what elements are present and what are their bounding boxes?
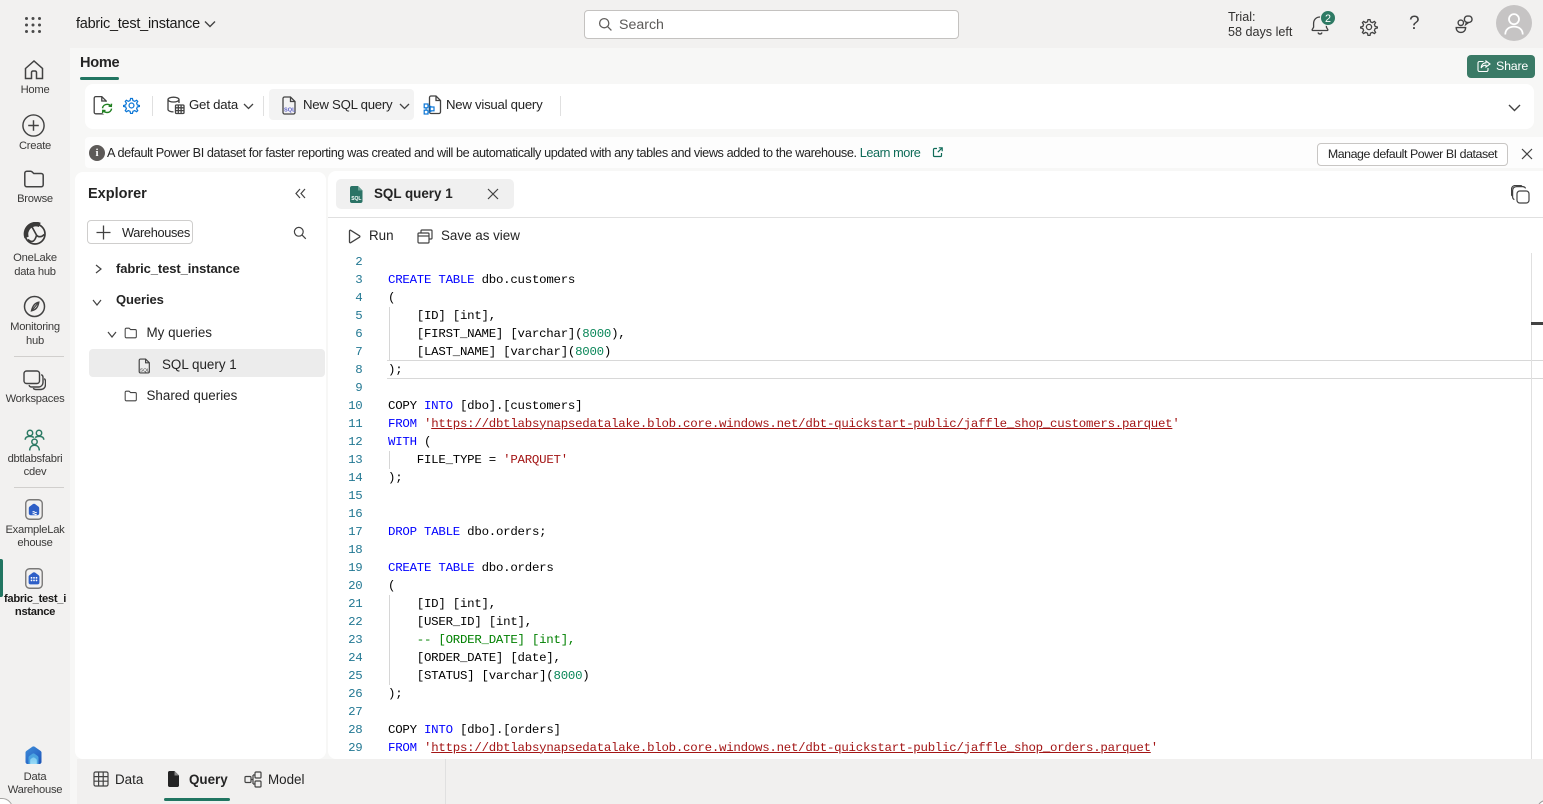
svg-text:SQL: SQL (284, 108, 296, 114)
svg-text:SQL: SQL (140, 367, 150, 373)
svg-text:SQL: SQL (351, 196, 361, 202)
